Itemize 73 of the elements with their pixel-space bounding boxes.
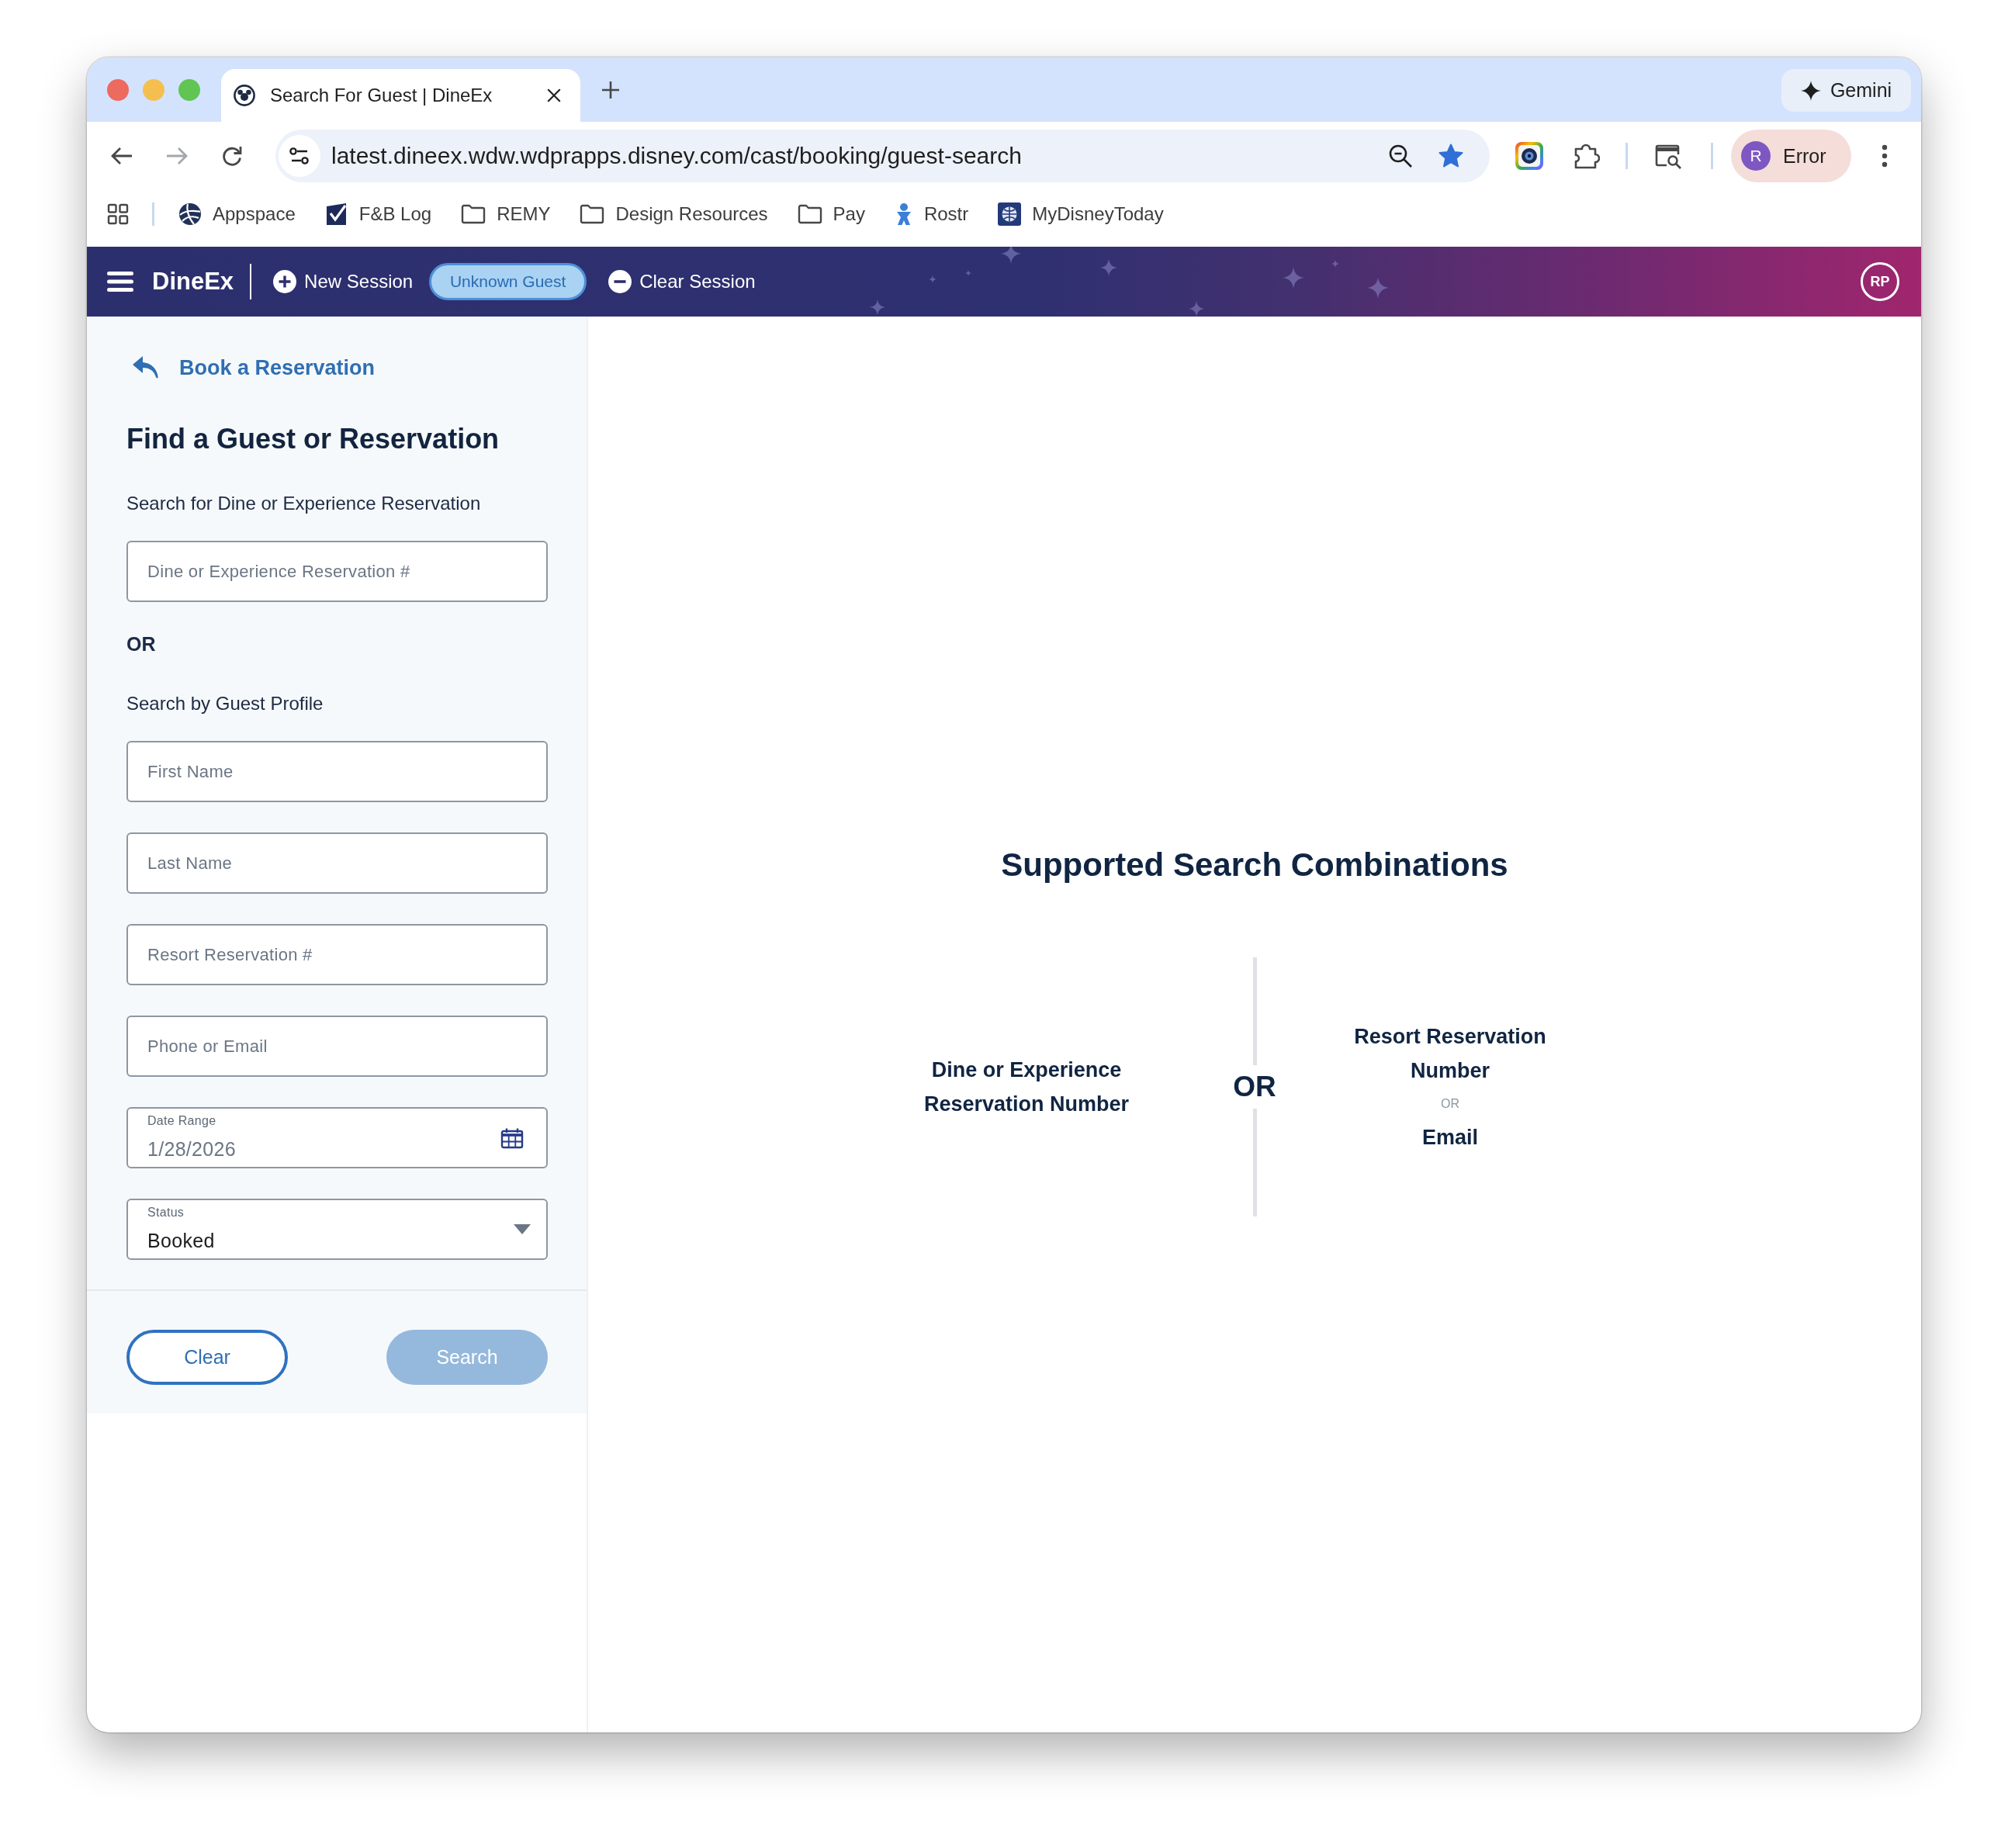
field-label: Status: [147, 1205, 185, 1220]
sparkle-icon: [1331, 260, 1339, 268]
new-session-button[interactable]: New Session: [273, 266, 414, 297]
bookmark-item[interactable]: MyDisneyToday: [998, 202, 1164, 226]
address-bar[interactable]: latest.dineex.wdw.wdprapps.disney.com/cast/booking/guest-search: [275, 130, 1490, 182]
input-field[interactable]: Last Name: [126, 832, 548, 894]
or-label: OR: [126, 632, 156, 656]
plus-circle-icon: [273, 270, 297, 293]
section-label: Search for Dine or Experience Reservation: [126, 492, 481, 515]
app-title: DineEx: [152, 268, 234, 296]
puzzle-icon[interactable]: [1574, 143, 1600, 169]
site-settings-icon[interactable]: [279, 135, 320, 177]
calendar-icon[interactable]: [500, 1126, 524, 1149]
gemini-button[interactable]: Gemini: [1781, 69, 1911, 112]
field-value: Booked: [147, 1229, 215, 1252]
bookmark-item[interactable]: F&B Log: [324, 202, 432, 226]
sparkle-icon: [1001, 247, 1021, 264]
guest-badge[interactable]: Unknown Guest: [429, 263, 587, 300]
status-dropdown[interactable]: Status Booked: [126, 1199, 548, 1260]
caret-icon: [514, 1224, 531, 1234]
folder-icon: [797, 204, 822, 224]
folder-icon: [580, 204, 605, 224]
bookmark-item[interactable]: Pay: [797, 202, 865, 226]
clear-button[interactable]: Clear: [126, 1330, 288, 1385]
globe-icon: [178, 202, 202, 226]
bookmark-item[interactable]: Design Resources: [580, 202, 768, 226]
input-field[interactable]: Resort Reservation #: [126, 924, 548, 985]
input-field[interactable]: Dine or Experience Reservation #: [126, 541, 548, 602]
sparkle-icon: [1800, 80, 1821, 101]
section-label: Search by Guest Profile: [126, 692, 324, 715]
or-label: OR: [1441, 1096, 1459, 1112]
field-label: Date Range: [147, 1113, 217, 1129]
date-field[interactable]: Date Range 1/28/2026: [126, 1107, 548, 1168]
bookmark-item[interactable]: Appspace: [178, 202, 296, 226]
search-field-label: Email: [1421, 1125, 1478, 1151]
plus-icon[interactable]: [602, 81, 619, 99]
sparkle-icon: [965, 270, 971, 276]
bookmark-star-icon[interactable]: [1438, 144, 1463, 168]
folder-icon: [461, 204, 486, 224]
browser-tab[interactable]: Search For Guest | DineEx: [221, 69, 580, 122]
more-menu-icon[interactable]: [1882, 144, 1888, 168]
search-field-label: Dine or Experience Reservation Number: [923, 1057, 1130, 1117]
field-value: 1/28/2026: [147, 1137, 236, 1161]
sparkle-icon: [929, 275, 936, 283]
close-icon[interactable]: [547, 88, 561, 102]
search-field-label: Resort Reservation Number: [1353, 1024, 1547, 1084]
check-tile-icon: [324, 202, 348, 226]
input-field[interactable]: Phone or Email: [126, 1016, 548, 1077]
clear-session-button[interactable]: Clear Session: [608, 266, 756, 297]
globe-tile-icon: [998, 202, 1022, 226]
profile-button[interactable]: R Error: [1731, 130, 1851, 182]
sparkle-icon: [1100, 259, 1117, 276]
or-label: OR: [1233, 1070, 1276, 1104]
sparkle-icon: [1283, 267, 1304, 289]
profile-avatar: R: [1741, 141, 1771, 171]
sparkle-icon: [870, 299, 885, 315]
user-avatar[interactable]: RP: [1861, 262, 1899, 301]
zoom-out-icon[interactable]: [1388, 144, 1413, 168]
input-field[interactable]: First Name: [126, 741, 548, 802]
camera-icon[interactable]: [1515, 142, 1543, 170]
menu-icon[interactable]: [107, 272, 133, 292]
combinations-title: Supported Search Combinations: [1001, 846, 1508, 884]
back-link[interactable]: Book a Reservation: [132, 352, 376, 383]
sparkle-icon: [1189, 301, 1204, 317]
reload-icon[interactable]: [221, 145, 243, 167]
reply-arrow-icon: [132, 355, 160, 380]
panel-title: Find a Guest or Reservation: [126, 422, 500, 456]
mouse-ears-icon: [234, 85, 255, 106]
apps-grid-icon[interactable]: [107, 203, 129, 225]
bookmark-item[interactable]: REMY: [461, 202, 551, 226]
bookmark-item[interactable]: Rostr: [894, 202, 969, 226]
minus-circle-icon: [608, 270, 632, 293]
sparkle-icon: [1367, 277, 1389, 299]
